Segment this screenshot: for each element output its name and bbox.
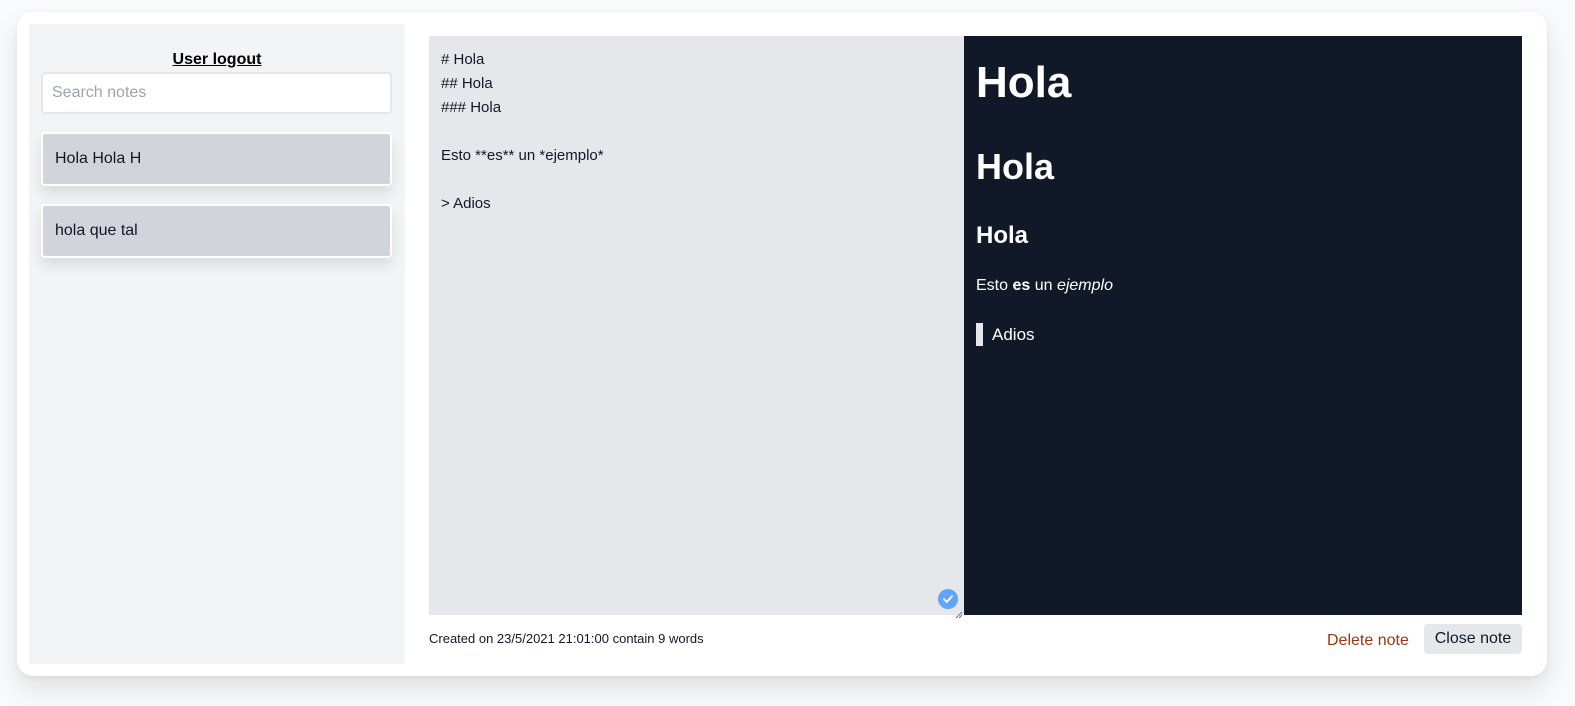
para-text: un	[1030, 277, 1057, 294]
search-input[interactable]	[41, 72, 392, 114]
note-title: Hola Hola H	[55, 150, 142, 167]
resize-handle-icon[interactable]	[955, 606, 963, 619]
preview-heading-3: Hola	[976, 222, 1029, 249]
note-title: hola que tal	[55, 222, 138, 239]
preview-heading-2: Hola	[976, 146, 1055, 187]
close-note-button[interactable]: Close note	[1424, 624, 1522, 654]
note-list-item[interactable]: Hola Hola H	[41, 132, 392, 186]
markdown-preview: Hola Hola Hola Esto es un ejemplo Adios	[964, 36, 1522, 615]
note-info: Created on 23/5/2021 21:01:00 contain 9 …	[429, 631, 704, 646]
blockquote-bar	[976, 323, 983, 346]
note-editor[interactable]: # Hola ## Hola ### Hola Esto **es** un *…	[429, 36, 964, 615]
para-bold: es	[1012, 277, 1031, 294]
preview-blockquote: Adios	[976, 323, 1035, 346]
para-italic: ejemplo	[1056, 277, 1113, 294]
app-window: User logout Hola Hola H hola que tal # H…	[17, 12, 1547, 676]
preview-heading-1: Hola	[976, 58, 1072, 107]
editor-panel: # Hola ## Hola ### Hola Esto **es** un *…	[429, 36, 964, 619]
delete-note-button[interactable]: Delete note	[1327, 626, 1409, 655]
note-list-item[interactable]: hola que tal	[41, 204, 392, 258]
sidebar: User logout Hola Hola H hola que tal	[29, 24, 405, 664]
para-text: Esto	[976, 277, 1013, 294]
blockquote-text: Adios	[992, 324, 1035, 344]
logout-link[interactable]: User logout	[29, 51, 405, 69]
preview-paragraph: Esto es un ejemplo	[976, 277, 1113, 295]
